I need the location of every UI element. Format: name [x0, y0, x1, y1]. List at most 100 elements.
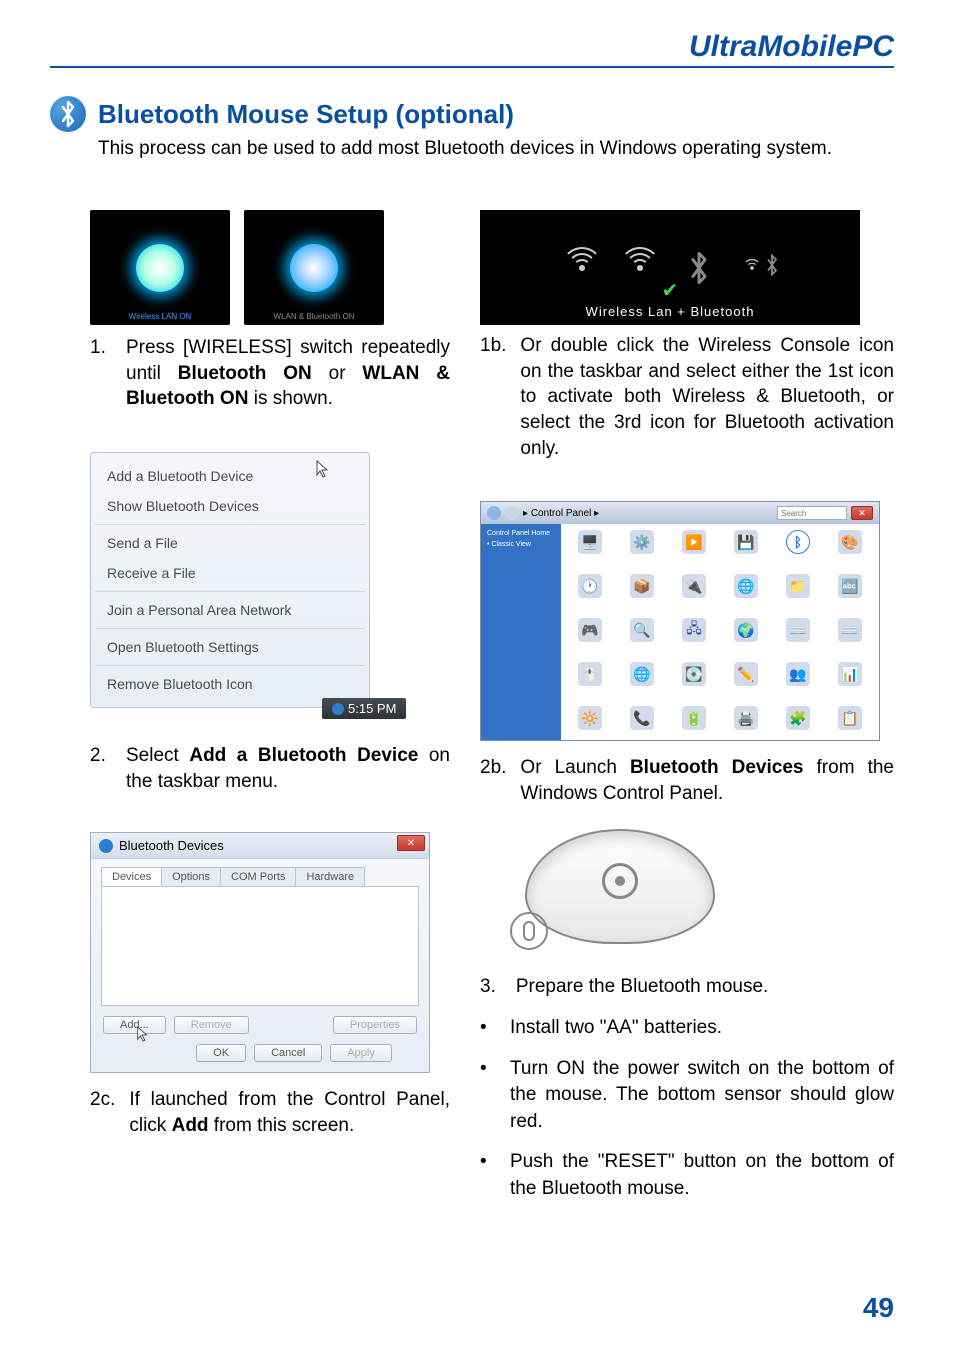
menu-item-remove-icon[interactable]: Remove Bluetooth Icon: [91, 669, 369, 699]
text: from this screen.: [209, 1115, 355, 1136]
cp-item[interactable]: 👥: [775, 662, 821, 702]
tab-options[interactable]: Options: [161, 867, 221, 886]
cp-item[interactable]: ⚙️: [619, 530, 665, 570]
cp-item[interactable]: 🌐: [619, 662, 665, 702]
step-number: 2.: [90, 743, 112, 794]
step-number: 3.: [480, 974, 496, 1001]
cp-item[interactable]: 🎨: [827, 530, 873, 570]
cp-item[interactable]: 📦: [619, 574, 665, 614]
cp-item[interactable]: 🖨️: [723, 706, 769, 741]
close-button[interactable]: ✕: [851, 506, 873, 520]
sidebar-link[interactable]: Control Panel Home: [487, 530, 555, 537]
thumb-caption: WLAN & Bluetooth ON: [244, 312, 384, 321]
cp-item[interactable]: 🔋: [671, 706, 717, 741]
cp-item[interactable]: 🎮: [567, 618, 613, 658]
cp-item[interactable]: 💾: [723, 530, 769, 570]
cp-item[interactable]: 🔤: [827, 574, 873, 614]
thumb-caption: Wireless LAN ON: [90, 312, 230, 321]
bluetooth-context-menu: Add a Bluetooth Device Show Bluetooth De…: [90, 452, 370, 708]
bullet-icon: •: [480, 1015, 490, 1042]
cp-item[interactable]: 🔍: [619, 618, 665, 658]
taskbar-clock: 5:15 PM: [322, 698, 406, 719]
cp-item[interactable]: 💽: [671, 662, 717, 702]
menu-item-show-devices[interactable]: Show Bluetooth Devices: [91, 491, 369, 521]
cp-item[interactable]: ▶️: [671, 530, 717, 570]
text: Select: [126, 745, 189, 766]
text: is shown.: [248, 388, 332, 409]
cp-item[interactable]: 🖥️: [567, 530, 613, 570]
step-number: 1.: [90, 335, 112, 412]
text-bold: Add a Bluetooth Device: [189, 745, 418, 766]
step-1b: 1b. Or double click the Wireless Console…: [480, 333, 894, 461]
cp-item[interactable]: 📞: [619, 706, 665, 741]
text-bold: Bluetooth Devices: [630, 757, 804, 778]
page-number: 49: [863, 1292, 894, 1324]
cp-item[interactable]: 🖱️: [567, 662, 613, 702]
step-number: 1b.: [480, 333, 506, 461]
forward-button[interactable]: [505, 506, 519, 520]
sidebar-link[interactable]: • Classic View: [487, 541, 555, 548]
dialog-tabs: Devices Options COM Ports Hardware: [91, 859, 429, 886]
search-input[interactable]: [777, 506, 847, 520]
bluetooth-icon: [678, 247, 720, 289]
wifi-icon: [562, 248, 602, 288]
cp-item[interactable]: 🖧: [671, 618, 717, 658]
cp-item[interactable]: 📁: [775, 574, 821, 614]
cp-item[interactable]: 📊: [827, 662, 873, 702]
text: Or Launch: [520, 757, 630, 778]
bullet-item: • Turn ON the power switch on the bottom…: [480, 1056, 894, 1136]
combo-icon: [738, 248, 778, 288]
menu-item-open-settings[interactable]: Open Bluetooth Settings: [91, 632, 369, 662]
step-number: 2b.: [480, 755, 506, 806]
text: Prepare the Bluetooth mouse.: [516, 974, 768, 1001]
properties-button[interactable]: Properties: [333, 1016, 417, 1034]
cp-item[interactable]: 🔌: [671, 574, 717, 614]
menu-item-receive-file[interactable]: Receive a File: [91, 558, 369, 588]
ok-button[interactable]: OK: [196, 1044, 246, 1062]
cp-item[interactable]: 📋: [827, 706, 873, 741]
thumb-wlan-bt-on: WLAN & Bluetooth ON: [244, 210, 384, 325]
step-number: 2c.: [90, 1087, 115, 1138]
text: Turn ON the power switch on the bottom o…: [510, 1056, 894, 1136]
cp-item[interactable]: 🧩: [775, 706, 821, 741]
cp-item[interactable]: ✏️: [723, 662, 769, 702]
text: or: [312, 363, 363, 384]
apply-button[interactable]: Apply: [330, 1044, 392, 1062]
text: Install two "AA" batteries.: [510, 1015, 722, 1042]
bluetooth-tray-icon: [332, 703, 344, 715]
control-panel-window: ▸ Control Panel ▸ ✕ Control Panel Home •…: [480, 501, 880, 741]
tab-com-ports[interactable]: COM Ports: [220, 867, 296, 886]
cp-item[interactable]: ⌨️: [827, 618, 873, 658]
breadcrumb: ▸ Control Panel ▸: [523, 508, 599, 519]
cp-item[interactable]: ⌨️: [775, 618, 821, 658]
cp-item[interactable]: 🕐: [567, 574, 613, 614]
menu-item-send-file[interactable]: Send a File: [91, 528, 369, 558]
menu-item-join-pan[interactable]: Join a Personal Area Network: [91, 595, 369, 625]
wireless-console-bar: ✔ Wireless Lan + Bluetooth: [480, 210, 860, 325]
remove-button[interactable]: Remove: [174, 1016, 249, 1034]
bullet-item: • Push the "RESET" button on the bottom …: [480, 1149, 894, 1202]
cp-item[interactable]: 🌐: [723, 574, 769, 614]
control-panel-sidebar: Control Panel Home • Classic View: [481, 524, 561, 740]
cp-item[interactable]: 🌍: [723, 618, 769, 658]
bullet-icon: •: [480, 1056, 490, 1136]
text: Or double click the Wireless Console ico…: [520, 333, 894, 461]
add-button[interactable]: Add...: [103, 1016, 166, 1034]
bullet-item: • Install two "AA" batteries.: [480, 1015, 894, 1042]
bluetooth-icon: [99, 839, 113, 853]
cp-item[interactable]: 🔆: [567, 706, 613, 741]
dialog-device-list: [101, 886, 419, 1006]
tab-hardware[interactable]: Hardware: [295, 867, 365, 886]
step-1: 1. Press [WIRELESS] switch repeatedly un…: [90, 335, 450, 412]
thumb-wlan-on: Wireless LAN ON: [90, 210, 230, 325]
dialog-title: Bluetooth Devices: [119, 838, 224, 853]
step-2c: 2c. If launched from the Control Panel, …: [90, 1087, 450, 1138]
back-button[interactable]: [487, 506, 501, 520]
tab-devices[interactable]: Devices: [101, 867, 162, 886]
cancel-button[interactable]: Cancel: [254, 1044, 322, 1062]
cursor-icon: [315, 459, 331, 479]
page-header-title: UltraMobilePC: [50, 30, 894, 64]
cursor-icon: [136, 1025, 150, 1043]
cp-item-bluetooth[interactable]: ᛒ: [775, 530, 821, 570]
close-button[interactable]: ✕: [397, 835, 425, 851]
